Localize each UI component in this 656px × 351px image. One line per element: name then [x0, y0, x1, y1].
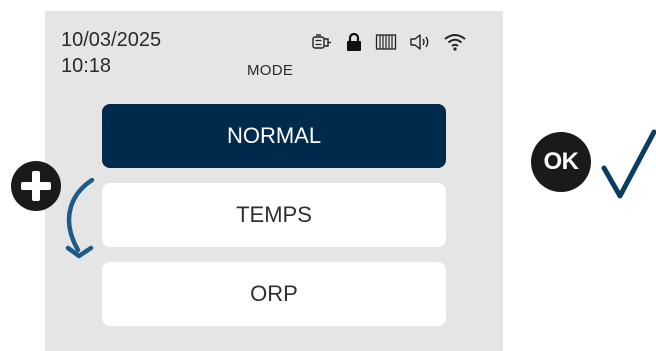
mode-option-normal[interactable]: NORMAL: [102, 104, 446, 168]
check-icon: [601, 129, 656, 199]
screen-title: MODE: [247, 62, 294, 79]
plus-icon: [11, 161, 61, 211]
pump-icon: [311, 33, 333, 51]
heater-icon: [375, 33, 397, 51]
device-screen: 10/03/2025 10:18 MODE NORMAL TEMPS ORP: [45, 11, 503, 351]
date-display: 10/03/2025: [61, 29, 162, 51]
instruction-panel: 10/03/2025 10:18 MODE NORMAL TEMPS ORP O…: [0, 0, 656, 351]
mode-option-orp[interactable]: ORP: [102, 262, 446, 326]
mode-option-temps[interactable]: TEMPS: [102, 183, 446, 247]
curved-down-arrow-icon: [65, 178, 95, 259]
lock-icon: [345, 32, 363, 52]
time-display: 10:18: [61, 55, 112, 77]
speaker-icon: [409, 33, 431, 51]
plus-button[interactable]: [10, 160, 62, 212]
status-bar-icons: [311, 30, 467, 54]
ok-button[interactable]: OK: [531, 132, 591, 192]
wifi-icon: [443, 33, 467, 51]
